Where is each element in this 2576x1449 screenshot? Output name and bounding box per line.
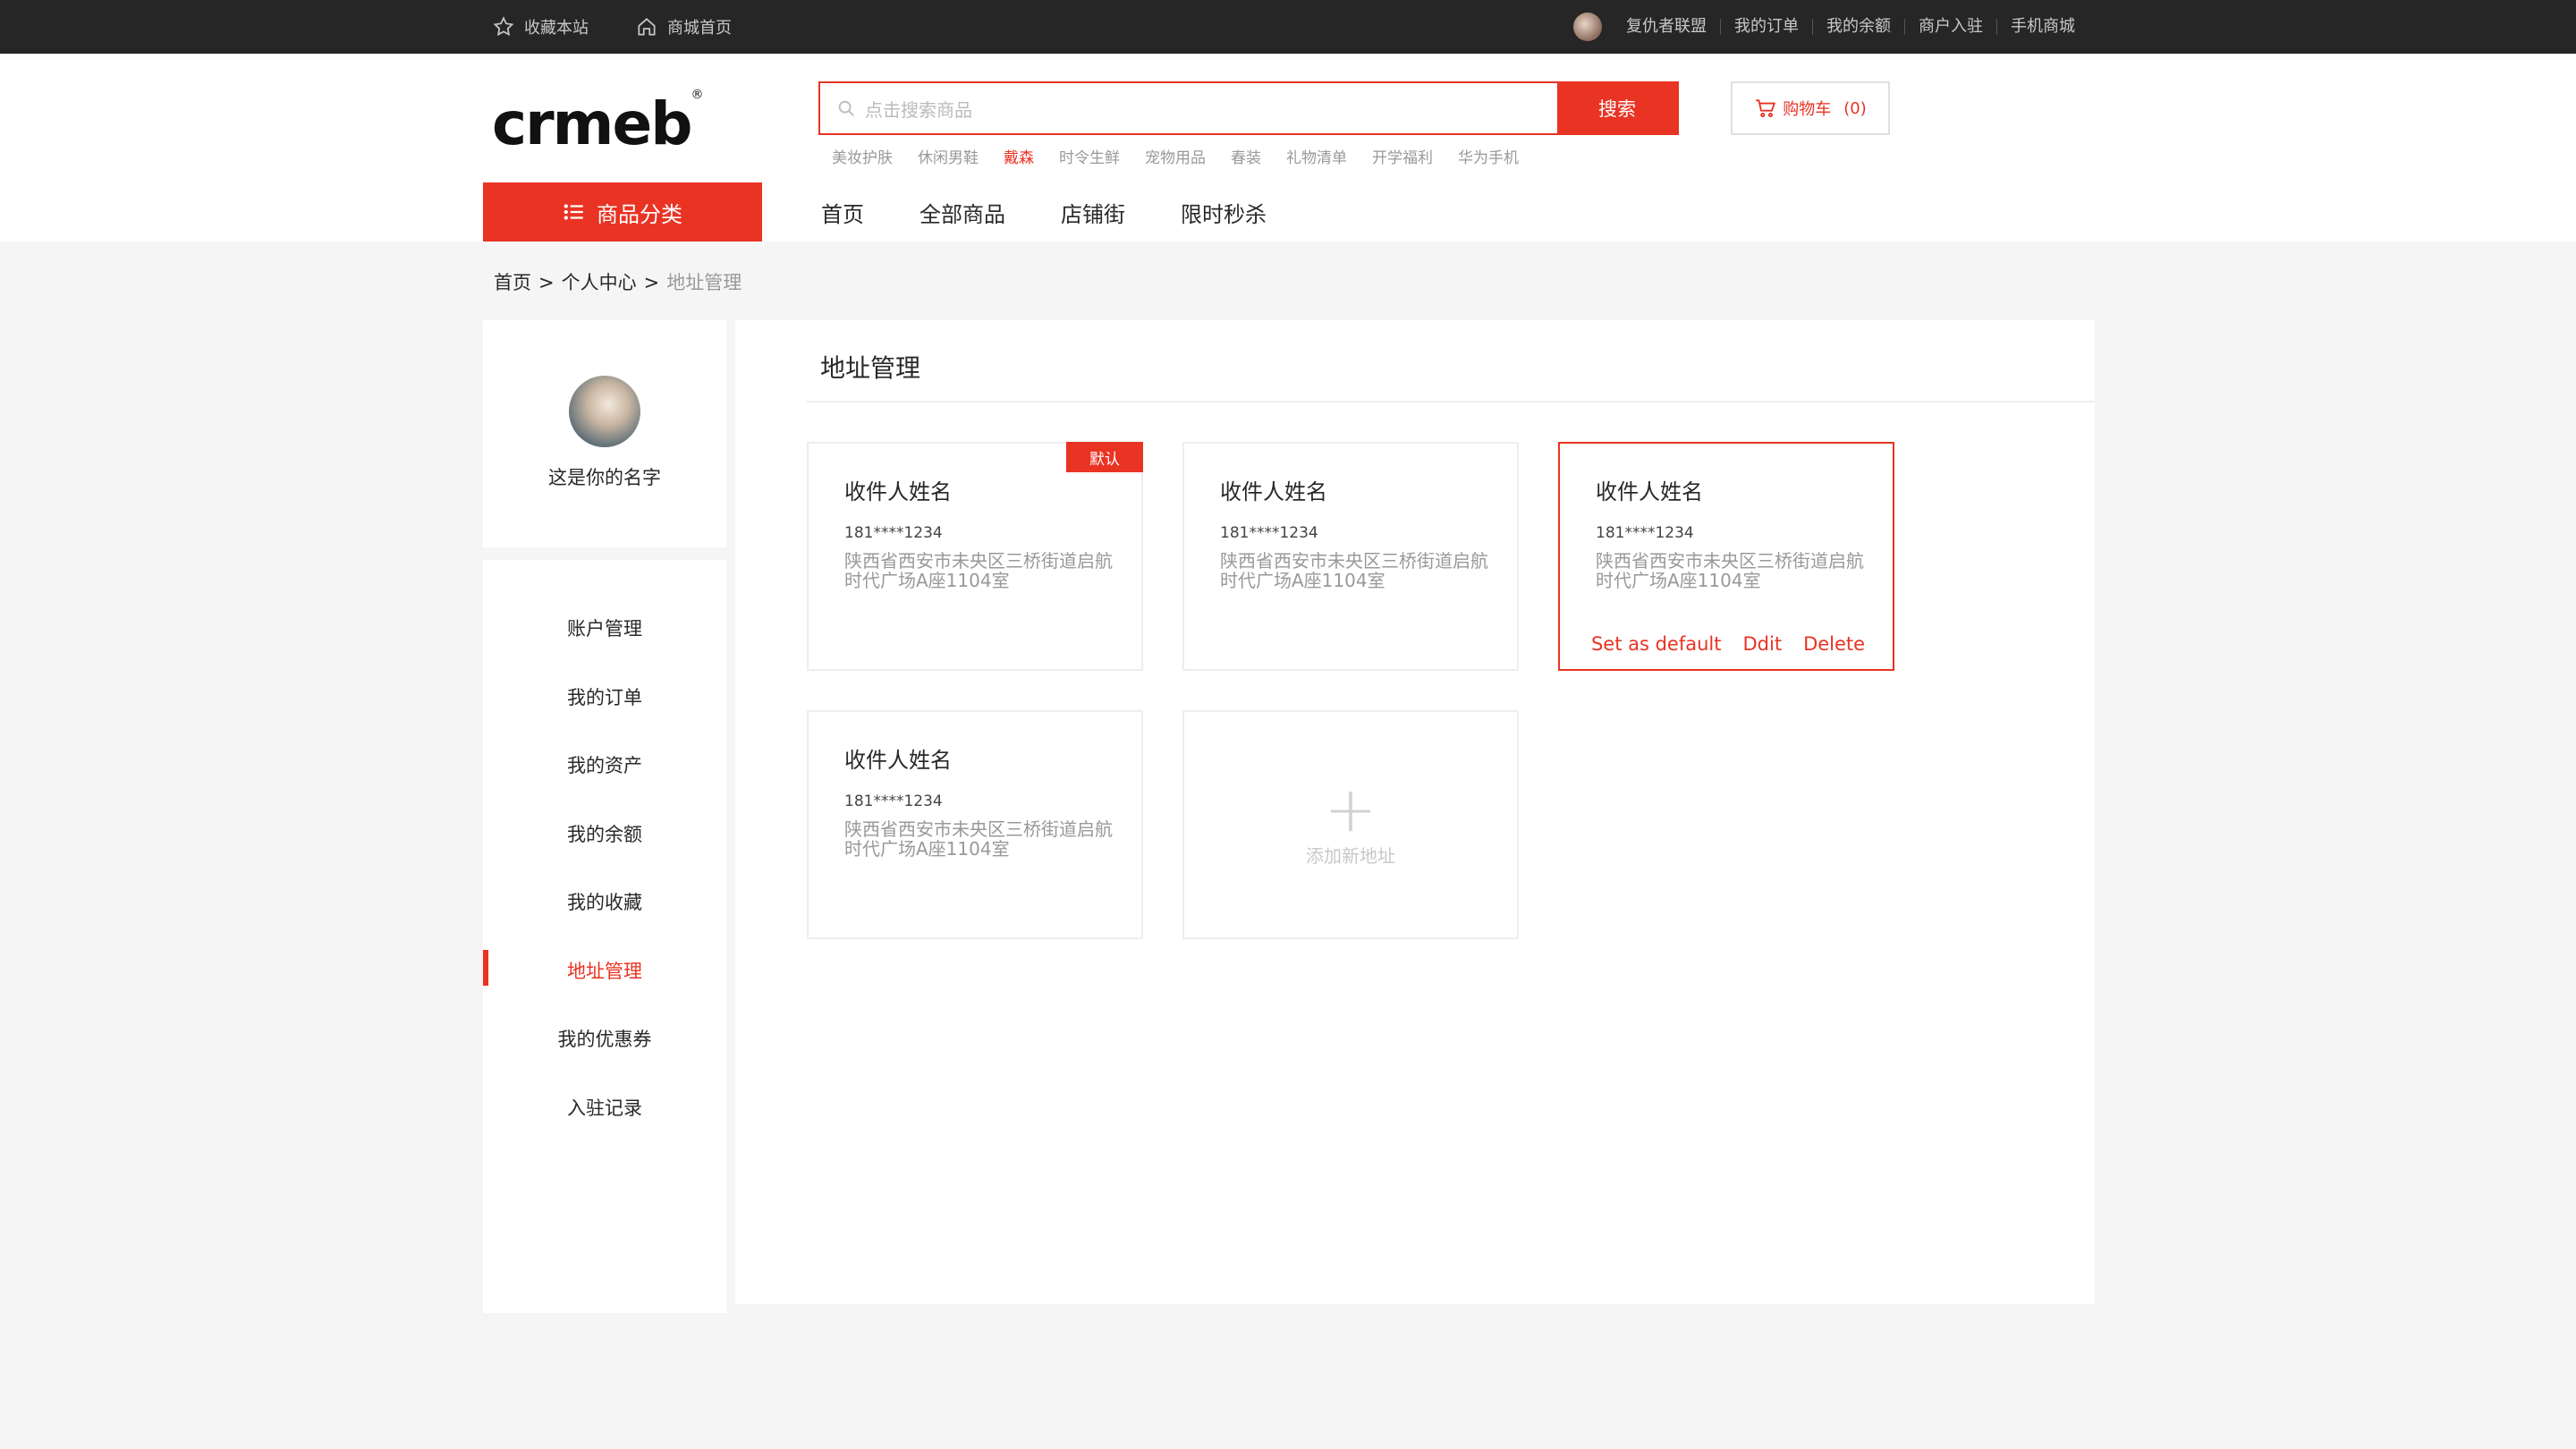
recipient-address: 陕西省西安市未央区三桥街道启航时代广场A座1104室 <box>1596 550 1864 591</box>
recipient-phone: 181****1234 <box>1596 524 1694 542</box>
search-icon <box>838 100 854 116</box>
recipient-phone: 181****1234 <box>1220 524 1318 542</box>
breadcrumb-current: 地址管理 <box>666 272 742 293</box>
logo[interactable]: crmeb® <box>492 88 703 158</box>
sidebar-item-favorites[interactable]: 我的收藏 <box>483 888 726 915</box>
card-actions: Set as default Ddit Delete <box>1560 633 1896 655</box>
category-label: 商品分类 <box>597 201 682 227</box>
page-title: 地址管理 <box>820 353 921 383</box>
logo-registered-mark: ® <box>691 88 703 102</box>
sidebar-item-balance[interactable]: 我的余额 <box>483 820 726 847</box>
main-nav: 首页 全部商品 店铺街 限时秒杀 <box>821 182 1322 242</box>
star-icon <box>493 16 514 37</box>
sidebar-item-assets[interactable]: 我的资产 <box>483 751 726 778</box>
sidebar-item-account[interactable]: 账户管理 <box>483 614 726 641</box>
nav-all-products[interactable]: 全部商品 <box>919 197 1005 228</box>
user-card: 这是你的名字 <box>483 320 726 547</box>
address-panel: 地址管理 默认 收件人姓名 181****1234 陕西省西安市未央区三桥街道启… <box>735 320 2095 1304</box>
topbar-my-orders[interactable]: 我的订单 <box>1720 19 1812 35</box>
breadcrumb-center[interactable]: 个人中心 <box>562 272 637 293</box>
breadcrumb-separator: > <box>538 272 555 293</box>
breadcrumb-home[interactable]: 首页 <box>494 272 531 293</box>
add-address-button[interactable]: + 添加新地址 <box>1182 710 1519 939</box>
mall-home-link[interactable]: 商城首页 <box>635 0 732 54</box>
search-bar: 点击搜索商品 搜索 <box>818 81 1679 135</box>
recipient-address: 陕西省西安市未央区三桥街道启航时代广场A座1104室 <box>844 818 1113 860</box>
hot-word[interactable]: 时令生鲜 <box>1059 145 1120 167</box>
edit-button[interactable]: Ddit <box>1742 633 1782 655</box>
set-default-button[interactable]: Set as default <box>1591 633 1722 655</box>
favorite-label: 收藏本站 <box>524 19 589 38</box>
delete-button[interactable]: Delete <box>1803 633 1865 655</box>
topbar-right: 复仇者联盟 我的订单 我的余额 商户入驻 手机商城 <box>1573 0 2089 54</box>
recipient-phone: 181****1234 <box>844 524 943 542</box>
sidebar-item-address[interactable]: 地址管理 <box>483 950 726 986</box>
topbar-my-balance[interactable]: 我的余额 <box>1812 19 1904 35</box>
title-divider <box>807 401 2095 402</box>
hot-word[interactable]: 礼物清单 <box>1286 145 1347 167</box>
topbar-mobile-mall[interactable]: 手机商城 <box>1996 19 2089 35</box>
mall-home-label: 商城首页 <box>667 19 732 38</box>
hot-word[interactable]: 春装 <box>1231 145 1261 167</box>
address-card[interactable]: 收件人姓名 181****1234 陕西省西安市未央区三桥街道启航时代广场A座1… <box>1182 442 1519 671</box>
address-card[interactable]: 默认 收件人姓名 181****1234 陕西省西安市未央区三桥街道启航时代广场… <box>807 442 1143 671</box>
cart-count: (0) <box>1843 98 1867 118</box>
recipient-phone: 181****1234 <box>844 792 943 810</box>
hot-word[interactable]: 宠物用品 <box>1145 145 1206 167</box>
add-address-label: 添加新地址 <box>1306 844 1395 867</box>
nav-flash-sale[interactable]: 限时秒杀 <box>1181 197 1267 228</box>
topbar-username[interactable]: 复仇者联盟 <box>1613 19 1720 35</box>
sidebar-item-join-records[interactable]: 入驻记录 <box>483 1094 726 1121</box>
hot-words: 美妆护肤 休闲男鞋 戴森 时令生鲜 宠物用品 春装 礼物清单 开学福利 华为手机 <box>832 145 1544 167</box>
logo-text: crmeb <box>492 89 692 158</box>
category-button[interactable]: 商品分类 <box>483 182 762 242</box>
home-icon <box>638 18 656 36</box>
recipient-address: 陕西省西安市未央区三桥街道启航时代广场A座1104室 <box>1220 550 1488 591</box>
cart-icon <box>1756 99 1776 118</box>
search-placeholder: 点击搜索商品 <box>865 98 972 121</box>
nav-store-street[interactable]: 店铺街 <box>1061 197 1125 228</box>
topbar-merchant-join[interactable]: 商户入驻 <box>1904 19 1996 35</box>
sidebar-item-coupons[interactable]: 我的优惠券 <box>483 1025 726 1052</box>
default-badge: 默认 <box>1066 442 1143 472</box>
hot-word[interactable]: 美妆护肤 <box>832 145 893 167</box>
top-bar: 收藏本站 商城首页 复仇者联盟 我的订单 我的余额 商户入驻 手机商城 <box>0 0 2576 54</box>
recipient-name: 收件人姓名 <box>844 479 952 504</box>
user-name: 这是你的名字 <box>548 467 661 488</box>
address-card-selected[interactable]: 收件人姓名 181****1234 陕西省西安市未央区三桥街道启航时代广场A座1… <box>1558 442 1894 671</box>
hot-word[interactable]: 休闲男鞋 <box>918 145 979 167</box>
hot-word-active[interactable]: 戴森 <box>1004 145 1034 167</box>
breadcrumb-separator: > <box>643 272 660 293</box>
recipient-name: 收件人姓名 <box>844 748 952 773</box>
search-button[interactable]: 搜索 <box>1557 83 1677 133</box>
sidebar-menu: 账户管理 我的订单 我的资产 我的余额 我的收藏 地址管理 我的优惠券 入驻记录 <box>483 560 726 1313</box>
favorite-link[interactable]: 收藏本站 <box>492 0 589 54</box>
topbar-avatar[interactable] <box>1573 13 1602 41</box>
recipient-name: 收件人姓名 <box>1596 479 1703 504</box>
recipient-name: 收件人姓名 <box>1220 479 1327 504</box>
sidebar-item-orders[interactable]: 我的订单 <box>483 683 726 710</box>
header: crmeb® 点击搜索商品 搜索 美妆护肤 休闲男鞋 戴森 时令生鲜 宠物用品 … <box>0 54 2576 242</box>
breadcrumb: 首页 > 个人中心 > 地址管理 <box>494 268 741 295</box>
address-card[interactable]: 收件人姓名 181****1234 陕西省西安市未央区三桥街道启航时代广场A座1… <box>807 710 1143 939</box>
recipient-address: 陕西省西安市未央区三桥街道启航时代广场A座1104室 <box>844 550 1113 591</box>
list-icon <box>564 204 583 220</box>
hot-word[interactable]: 华为手机 <box>1458 145 1519 167</box>
cart-label: 购物车 <box>1783 100 1832 119</box>
search-input[interactable]: 点击搜索商品 <box>820 83 1557 133</box>
cart-button[interactable]: 购物车 (0) <box>1731 81 1890 135</box>
nav-home[interactable]: 首页 <box>821 197 864 228</box>
hot-word[interactable]: 开学福利 <box>1372 145 1433 167</box>
plus-icon: + <box>1324 772 1377 846</box>
avatar[interactable] <box>569 376 640 447</box>
